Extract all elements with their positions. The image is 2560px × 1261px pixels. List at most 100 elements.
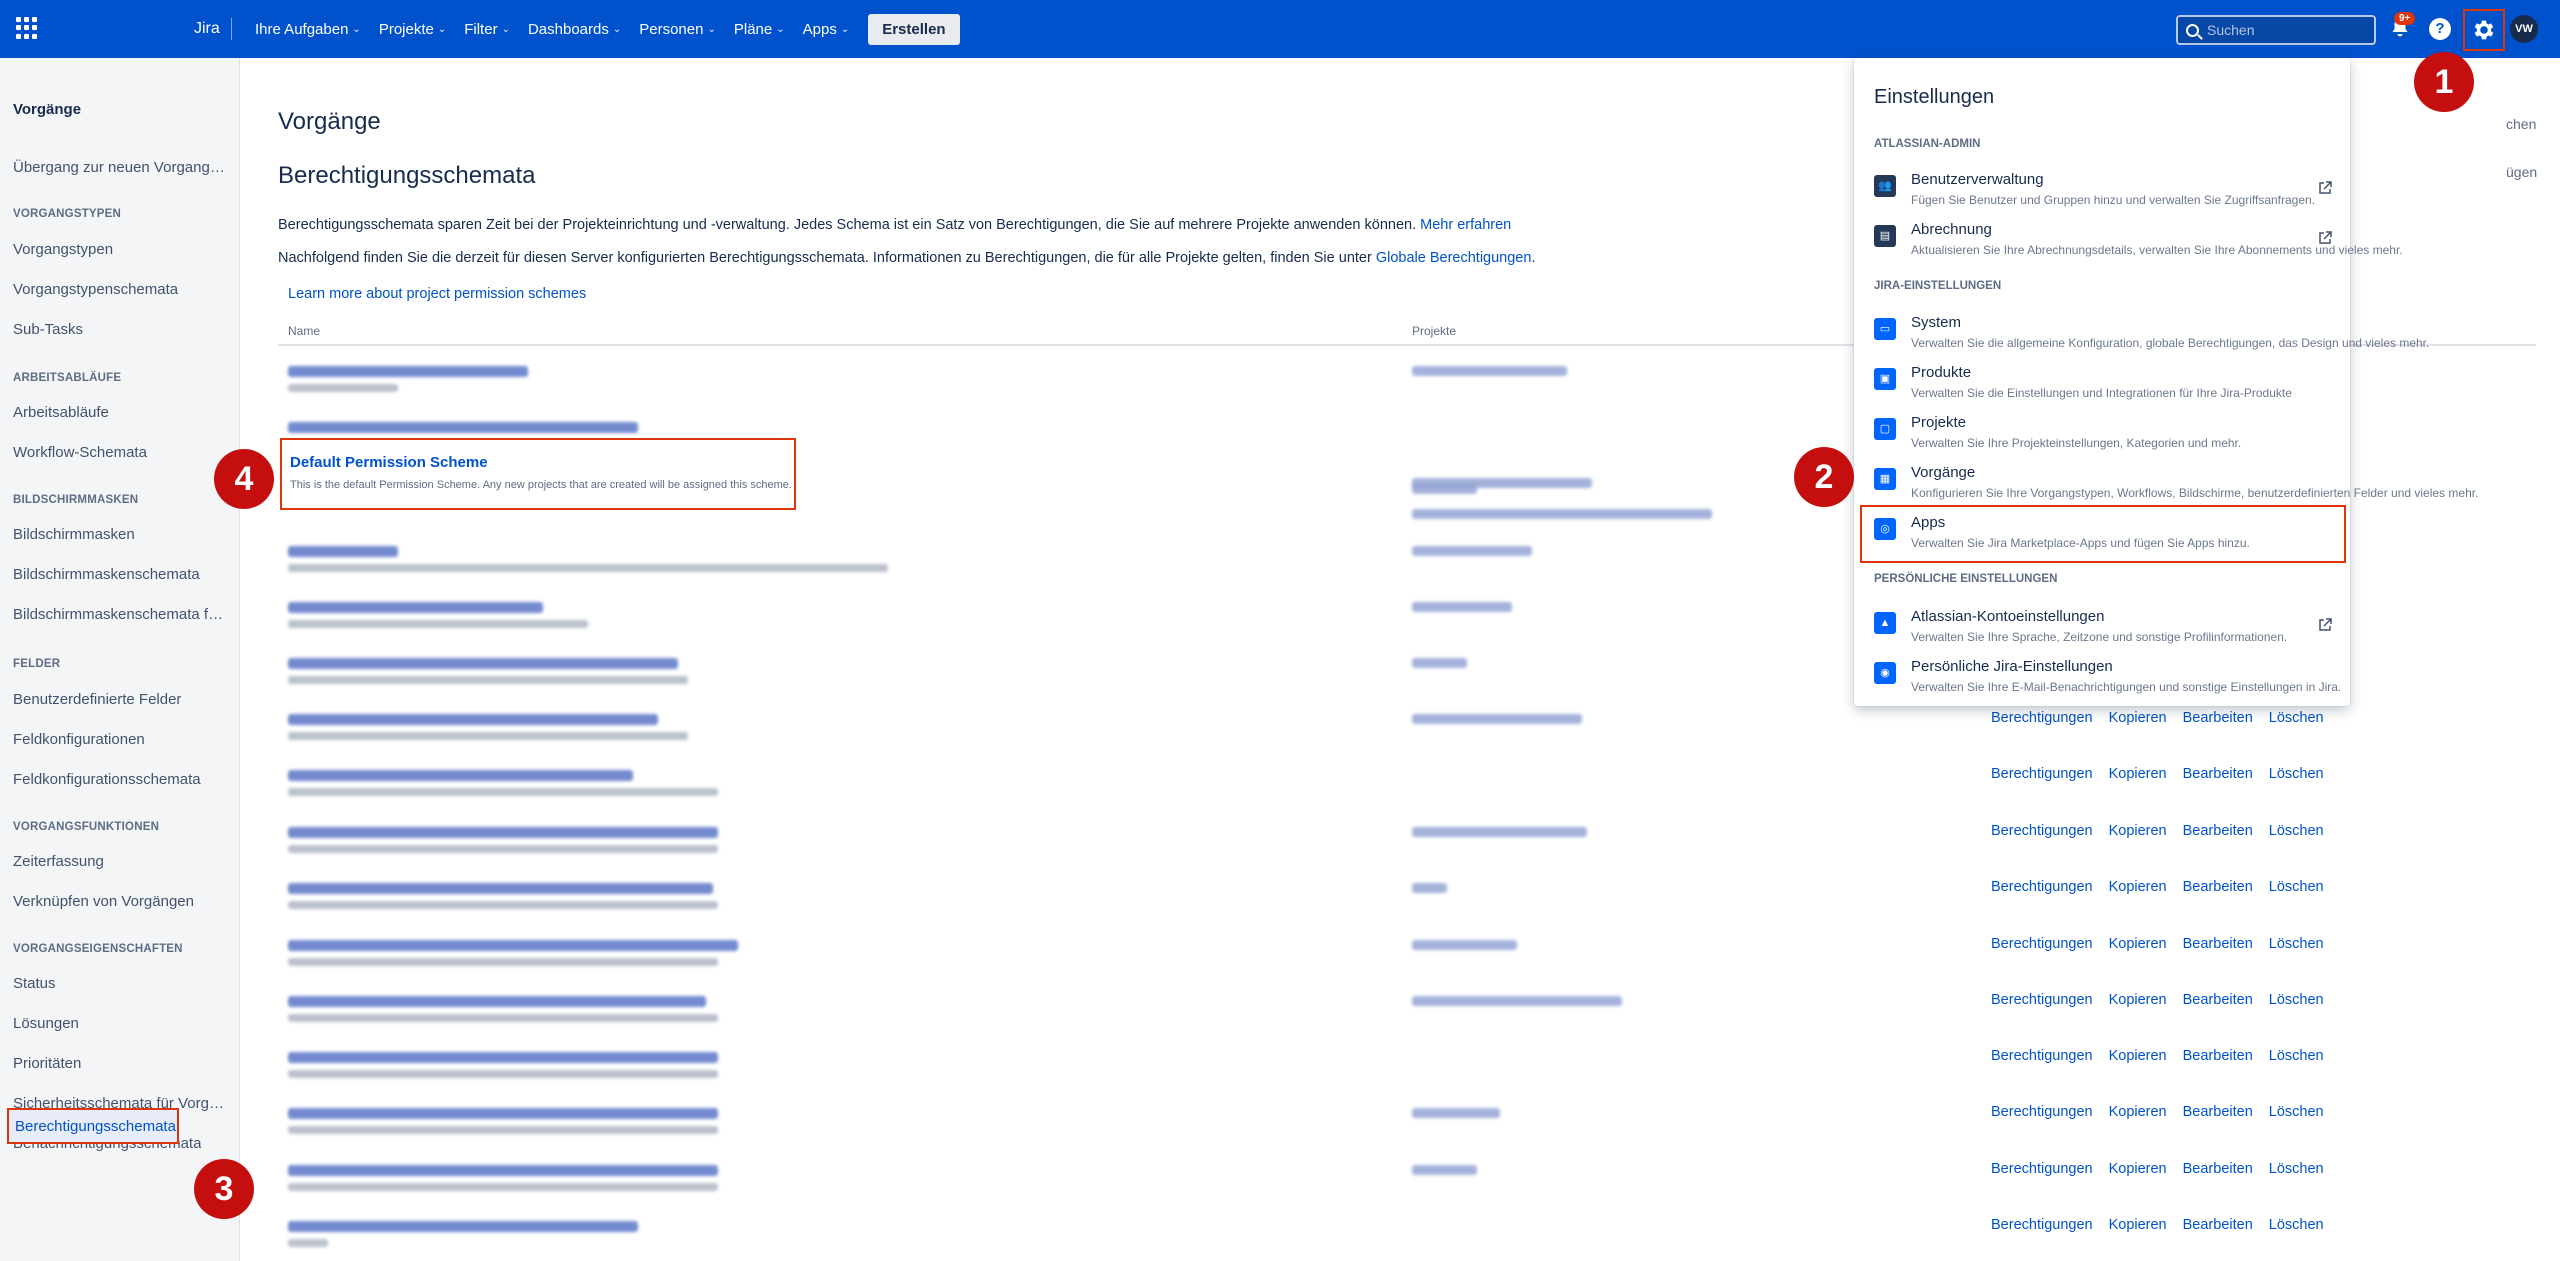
redacted-scheme-name[interactable] [288,658,678,669]
sidebar-item[interactable]: Bildschirmmasken [13,526,135,543]
jira-logo[interactable]: Jira [194,20,220,38]
delete-link[interactable]: Löschen [2269,879,2324,895]
nav-item[interactable]: Personen ⌄ [630,21,725,38]
user-avatar[interactable]: VW [2510,15,2538,43]
copy-link[interactable]: Kopieren [2109,710,2167,726]
redacted-scheme-name[interactable] [288,827,718,838]
delete-link[interactable]: Löschen [2269,1048,2324,1064]
permissions-link[interactable]: Berechtigungen [1991,1048,2093,1064]
copy-link[interactable]: Kopieren [2109,879,2167,895]
redacted-scheme-name[interactable] [288,1221,638,1232]
nav-item[interactable]: Projekte ⌄ [370,21,455,38]
global-permissions-link[interactable]: Globale Berechtigungen [1376,250,1532,266]
permissions-link[interactable]: Berechtigungen [1991,1104,2093,1120]
sidebar-item-berechtigungsschemata[interactable]: Berechtigungsschemata [7,1108,179,1144]
redacted-project-link[interactable] [1412,366,1567,376]
permissions-link[interactable]: Berechtigungen [1991,1161,2093,1177]
permissions-link[interactable]: Berechtigungen [1991,1217,2093,1233]
redacted-scheme-name[interactable] [288,883,713,894]
sidebar-item[interactable]: Bildschirmmaskenschemata [13,566,200,583]
copy-link[interactable]: Kopieren [2109,1048,2167,1064]
redacted-project-link[interactable] [1412,940,1517,950]
redacted-project-link[interactable] [1412,509,1712,519]
copy-link[interactable]: Kopieren [2109,823,2167,839]
help-icon[interactable]: ? [2429,18,2451,40]
edit-link[interactable]: Bearbeiten [2183,992,2253,1008]
redacted-scheme-name[interactable] [288,770,633,781]
redacted-scheme-name[interactable] [288,546,398,557]
redacted-project-link[interactable] [1412,1165,1477,1175]
delete-link[interactable]: Löschen [2269,766,2324,782]
redacted-project-link[interactable] [1412,1108,1500,1118]
redacted-project-link[interactable] [1412,602,1512,612]
redacted-scheme-name[interactable] [288,714,658,725]
sidebar-item[interactable]: Workflow-Schemata [13,444,147,461]
delete-link[interactable]: Löschen [2269,1104,2324,1120]
redacted-scheme-name[interactable] [288,1108,718,1119]
copy-link[interactable]: Kopieren [2109,992,2167,1008]
copy-link[interactable]: Kopieren [2109,766,2167,782]
sidebar-item[interactable]: Status [13,975,56,992]
nav-item[interactable]: Filter ⌄ [455,21,519,38]
copy-link[interactable]: Kopieren [2109,1161,2167,1177]
sidebar-item[interactable]: Verknüpfen von Vorgängen [13,893,194,910]
sidebar-item[interactable]: Lösungen [13,1015,79,1032]
redacted-project-link[interactable] [1412,546,1532,556]
edit-link[interactable]: Bearbeiten [2183,936,2253,952]
redacted-scheme-name[interactable] [288,940,738,951]
edit-link[interactable]: Bearbeiten [2183,766,2253,782]
edit-link[interactable]: Bearbeiten [2183,1217,2253,1233]
redacted-scheme-name[interactable] [288,996,706,1007]
edit-link[interactable]: Bearbeiten [2183,879,2253,895]
permissions-link[interactable]: Berechtigungen [1991,823,2093,839]
scheme-name-link[interactable]: Default Permission Scheme [290,454,488,471]
settings-menu-item[interactable]: ▭ System Verwalten Sie die allgemeine Konf… [1854,308,2429,358]
permissions-link[interactable]: Berechtigungen [1991,766,2093,782]
redacted-scheme-name[interactable] [288,1052,718,1063]
nav-item[interactable]: Pläne ⌄ [725,21,794,38]
sidebar-item[interactable]: Arbeitsabläufe [13,404,109,421]
permissions-link[interactable]: Berechtigungen [1991,936,2093,952]
sidebar-item[interactable]: Vorgangstypenschemata [13,281,178,298]
edit-link[interactable]: Bearbeiten [2183,1048,2253,1064]
sidebar-item[interactable]: Zeiterfassung [13,853,104,870]
copy-link[interactable]: Kopieren [2109,1217,2167,1233]
redacted-scheme-name[interactable] [288,422,638,433]
learn-more-link[interactable]: Mehr erfahren [1420,217,1511,233]
settings-menu-item[interactable]: ▲ Atlassian-Kontoeinstellungen Verwalten S… [1854,602,2350,652]
redacted-project-link[interactable] [1412,714,1582,724]
sidebar-item[interactable]: Feldkonfigurationen [13,731,145,748]
sidebar-item[interactable]: Bildschirmmaskenschemata für... [13,606,228,623]
app-switcher-icon[interactable] [16,17,38,39]
sidebar-item[interactable]: Sub-Tasks [13,321,83,338]
redacted-project-link[interactable] [1412,484,1477,494]
sidebar-item[interactable]: Vorgangstypen [13,241,113,258]
obscured-add-button[interactable]: ügen [2506,164,2537,180]
settings-menu-item[interactable]: 👥 Benutzerverwaltung Fügen Sie Benutzer un… [1854,165,2350,215]
nav-item[interactable]: Ihre Aufgaben ⌄ [246,21,370,38]
redacted-project-link[interactable] [1412,996,1622,1006]
nav-item[interactable]: Dashboards ⌄ [519,21,630,38]
search-input[interactable] [2207,22,2357,38]
edit-link[interactable]: Bearbeiten [2183,823,2253,839]
delete-link[interactable]: Löschen [2269,1217,2324,1233]
sidebar-item[interactable]: Übergang zur neuen Vorgangs... [13,159,228,176]
settings-menu-item[interactable]: ▦ Vorgänge Konfigurieren Sie Ihre Vorgangs… [1854,458,2478,508]
sidebar-item[interactable]: Feldkonfigurationsschemata [13,771,201,788]
redacted-project-link[interactable] [1412,883,1447,893]
edit-link[interactable]: Bearbeiten [2183,1104,2253,1120]
sidebar-item[interactable]: Benutzerdefinierte Felder [13,691,181,708]
redacted-project-link[interactable] [1412,827,1587,837]
copy-link[interactable]: Kopieren [2109,936,2167,952]
settings-gear-button[interactable] [2463,9,2505,51]
redacted-scheme-name[interactable] [288,602,543,613]
permissions-link[interactable]: Berechtigungen [1991,879,2093,895]
redacted-scheme-name[interactable] [288,366,528,377]
project-permission-schemes-link[interactable]: Learn more about project permission sche… [288,286,586,302]
permissions-link[interactable]: Berechtigungen [1991,992,2093,1008]
settings-menu-item[interactable]: ▢ Projekte Verwalten Sie Ihre Projekteinst… [1854,408,2350,458]
settings-menu-item[interactable]: ◉ Persönliche Jira-Einstellungen Verwalten… [1854,652,2350,702]
nav-item[interactable]: Apps ⌄ [794,21,859,38]
settings-menu-item[interactable]: ▤ Abrechnung Aktualisieren Sie Ihre Abrech… [1854,215,2403,265]
redacted-project-link[interactable] [1412,658,1467,668]
